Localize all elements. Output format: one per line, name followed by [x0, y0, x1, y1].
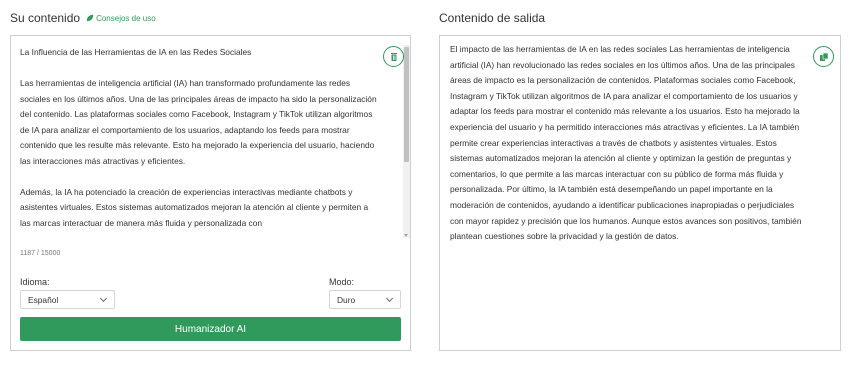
humanize-button[interactable]: Humanizador AI [20, 317, 401, 341]
output-section-header: Contenido de salida [439, 11, 545, 25]
mode-select[interactable]: Duro [329, 290, 401, 309]
trash-icon [390, 52, 397, 61]
scrollbar-thumb[interactable] [404, 47, 409, 162]
scroll-down-icon[interactable] [404, 234, 408, 237]
input-section-header: Su contenido Consejos de uso [10, 11, 156, 25]
input-scrollbar[interactable] [403, 45, 410, 238]
copy-button[interactable] [813, 46, 834, 67]
usage-tips-label: Consejos de uso [96, 13, 156, 23]
mode-label: Modo: [329, 277, 355, 287]
copy-icon [819, 52, 828, 61]
input-textarea[interactable]: La Influencia de las Herramientas de IA … [20, 45, 378, 235]
mode-selected-value: Duro [337, 294, 356, 305]
language-select[interactable]: Español [20, 290, 115, 309]
leaf-icon [86, 14, 94, 22]
output-text: El impacto de las herramientas de IA en … [450, 44, 802, 242]
input-section-title: Su contenido [10, 11, 81, 25]
language-selected-value: Español [28, 294, 59, 305]
usage-tips-link[interactable]: Consejos de uso [86, 14, 156, 23]
chevron-down-icon [99, 294, 108, 303]
input-panel: La Influencia de las Herramientas de IA … [10, 35, 411, 351]
chevron-down-icon [385, 294, 394, 303]
clear-text-button[interactable] [383, 46, 404, 67]
output-section-title: Contenido de salida [439, 11, 546, 25]
character-counter: 1187 / 15000 [20, 250, 61, 257]
output-panel: El impacto de las herramientas de IA en … [439, 35, 841, 351]
language-label: Idioma: [20, 277, 50, 287]
